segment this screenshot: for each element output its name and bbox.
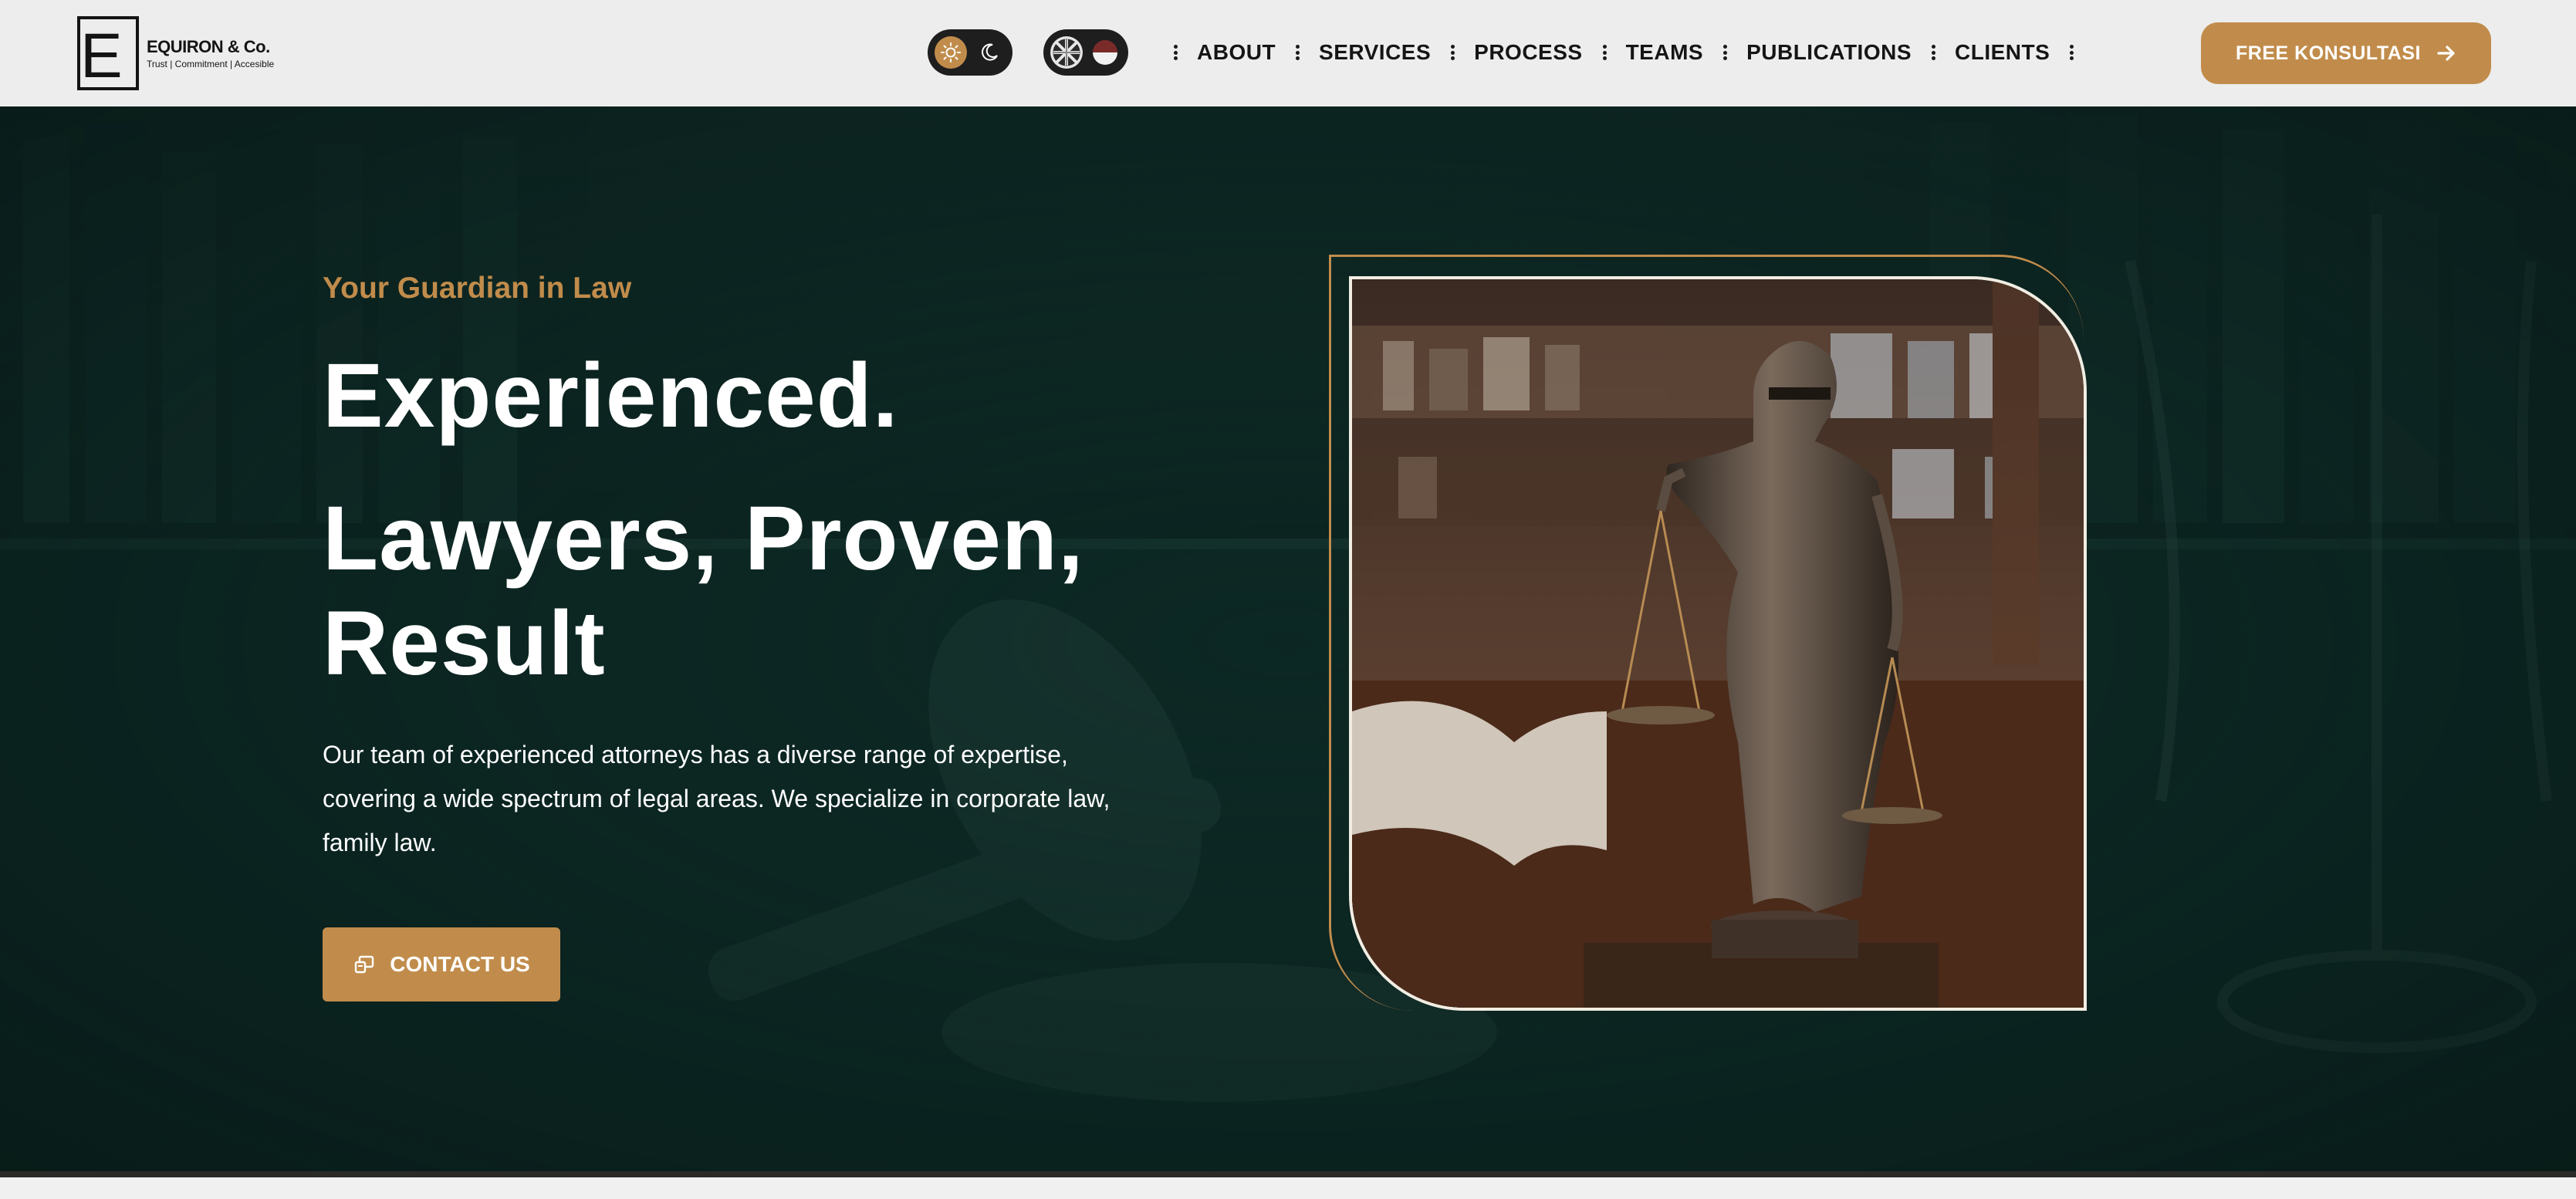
nav-separator (1932, 45, 1935, 60)
section-divider (0, 1171, 2576, 1177)
logo-letter: E (80, 21, 123, 91)
brand-logo[interactable]: E EQUIRON & Co. Trust | Commitment | Acc… (77, 15, 274, 91)
language-toggle[interactable] (1043, 29, 1128, 76)
site-header: E EQUIRON & Co. Trust | Commitment | Acc… (0, 0, 2576, 106)
hero-headline-line1: Experienced. (323, 345, 899, 447)
hero-headline-line2: Lawyers, Proven, Result (323, 488, 1084, 694)
nav-separator (2070, 45, 2074, 60)
logo-mark: E (77, 16, 139, 90)
nav-separator (1451, 45, 1455, 60)
free-consultation-button[interactable]: FREE KONSULTASI (2201, 22, 2491, 84)
main-nav: ABOUT SERVICES PROCESS TEAMS PUBLICATION… (1154, 31, 2093, 74)
sun-icon[interactable] (935, 36, 967, 69)
arrow-right-icon (2437, 46, 2455, 61)
contact-icon (355, 955, 374, 974)
nav-separator (1602, 45, 1607, 60)
nav-separator (1296, 45, 1300, 60)
hero-eyebrow: Your Guardian in Law (323, 272, 632, 305)
contact-us-label: CONTACT US (390, 952, 530, 976)
nav-separator (1174, 45, 1178, 60)
moon-icon[interactable] (973, 36, 1006, 69)
logo-text: EQUIRON & Co. Trust | Commitment | Acces… (147, 37, 274, 69)
nav-teams[interactable]: TEAMS (1626, 40, 1704, 65)
theme-toggle[interactable] (928, 29, 1012, 76)
hero-description: Our team of experienced attorneys has a … (323, 741, 1111, 856)
lady-justice-statue-image (1352, 279, 2084, 1008)
brand-tagline: Trust | Commitment | Accesible (147, 59, 275, 69)
free-consultation-label: FREE KONSULTASI (2236, 42, 2421, 64)
brand-name: EQUIRON & Co. (147, 37, 270, 56)
nav-separator (1723, 45, 1728, 60)
nav-publications[interactable]: PUBLICATIONS (1746, 40, 1912, 65)
nav-about[interactable]: ABOUT (1197, 40, 1276, 65)
nav-process[interactable]: PROCESS (1474, 40, 1582, 65)
contact-us-button[interactable]: CONTACT US (323, 927, 560, 1001)
indonesia-flag-icon[interactable] (1089, 36, 1121, 69)
uk-flag-icon[interactable] (1050, 36, 1083, 69)
next-section-edge (0, 1177, 2576, 1199)
lady-justice-image (1349, 276, 2087, 1011)
nav-clients[interactable]: CLIENTS (1955, 40, 2050, 65)
nav-services[interactable]: SERVICES (1319, 40, 1431, 65)
